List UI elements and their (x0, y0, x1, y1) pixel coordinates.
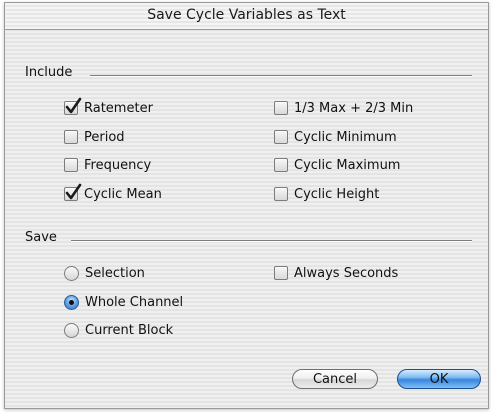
checkbox-box (274, 101, 288, 115)
save-section-label: Save (25, 230, 57, 245)
checkmark-icon (65, 97, 82, 114)
radio-dot-icon (69, 299, 74, 305)
checkbox-box (64, 183, 82, 201)
period-label: Period (84, 129, 125, 145)
cancel-button[interactable]: Cancel (292, 369, 378, 389)
save-cycle-variables-dialog: Save Cycle Variables as Text Include Rat… (4, 2, 489, 409)
radio-button-selected (64, 294, 79, 310)
checkbox-box (274, 187, 288, 201)
cyclic-mean-checkbox[interactable]: Cyclic Mean (64, 183, 162, 203)
frequency-checkbox[interactable]: Frequency (64, 156, 151, 174)
cyclic-height-checkbox[interactable]: Cyclic Height (274, 185, 379, 203)
selection-label: Selection (85, 265, 145, 281)
cyclic-mean-label: Cyclic Mean (84, 186, 162, 202)
cyclic-height-label: Cyclic Height (294, 186, 380, 202)
current-block-radio[interactable]: Current Block (64, 321, 173, 339)
dialog-title: Save Cycle Variables as Text (147, 7, 346, 23)
current-block-label: Current Block (85, 322, 174, 338)
include-section-label: Include (25, 65, 73, 80)
title-bar[interactable]: Save Cycle Variables as Text (5, 3, 488, 30)
checkbox-box (64, 158, 78, 172)
third-max-two-thirds-min-checkbox[interactable]: 1/3 Max + 2/3 Min (274, 99, 413, 117)
checkmark-icon (65, 183, 82, 200)
ratemeter-label: Ratemeter (84, 100, 153, 116)
checkbox-box (274, 130, 288, 144)
include-divider (90, 75, 472, 77)
whole-channel-label: Whole Channel (85, 294, 184, 310)
checkbox-box (64, 130, 78, 144)
radio-button (64, 322, 79, 338)
cyclic-maximum-label: Cyclic Maximum (294, 157, 401, 173)
always-seconds-label: Always Seconds (294, 265, 399, 281)
period-checkbox[interactable]: Period (64, 128, 125, 146)
ok-button[interactable]: OK (397, 369, 481, 389)
always-seconds-checkbox[interactable]: Always Seconds (274, 264, 398, 282)
save-divider (71, 240, 472, 242)
checkbox-box (64, 97, 82, 115)
cyclic-maximum-checkbox[interactable]: Cyclic Maximum (274, 156, 400, 174)
cyclic-minimum-label: Cyclic Minimum (294, 129, 397, 145)
cyclic-minimum-checkbox[interactable]: Cyclic Minimum (274, 128, 397, 146)
whole-channel-radio[interactable]: Whole Channel (64, 293, 183, 311)
frequency-label: Frequency (84, 157, 152, 173)
checkbox-box (274, 266, 288, 280)
radio-button (64, 265, 79, 281)
third-max-two-thirds-min-label: 1/3 Max + 2/3 Min (294, 100, 414, 116)
selection-radio[interactable]: Selection (64, 264, 145, 282)
checkbox-box (274, 158, 288, 172)
ratemeter-checkbox[interactable]: Ratemeter (64, 97, 153, 117)
